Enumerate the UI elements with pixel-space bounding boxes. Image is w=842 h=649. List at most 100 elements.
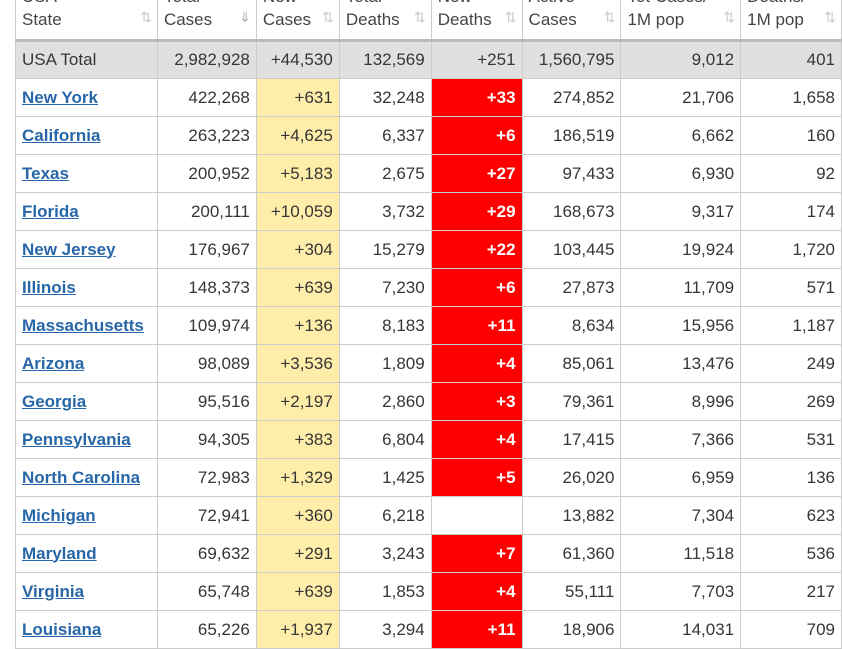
header-line-1: Deaths/: [747, 0, 835, 8]
column-header-1m-pop-6[interactable]: Tot Cases/1M pop ⇅: [620, 0, 742, 42]
new-deaths-cell: +6: [430, 116, 523, 155]
total-deaths-cell: 8,183: [338, 306, 432, 345]
state-cell: Illinois: [15, 268, 158, 307]
deaths-per-1m-cell: 249: [740, 344, 842, 383]
state-cell: USA Total: [15, 40, 158, 79]
total-cases-cell: 98,089: [156, 344, 257, 383]
new-deaths-cell: +5: [430, 458, 523, 497]
new-deaths-cell: +4: [430, 344, 523, 383]
active-cases-cell: 79,361: [521, 382, 622, 421]
new-cases-cell: +5,183: [255, 154, 340, 193]
total-deaths-cell: 3,294: [338, 610, 432, 649]
state-link[interactable]: Georgia: [22, 392, 86, 411]
state-link[interactable]: North Carolina: [22, 468, 140, 487]
cases-per-1m-cell: 8,996: [620, 382, 742, 421]
total-deaths-cell: 6,218: [338, 496, 432, 535]
active-cases-cell: 61,360: [521, 534, 622, 573]
new-cases-cell: +360: [255, 496, 340, 535]
total-deaths-cell: 6,337: [338, 116, 432, 155]
header-line-2: Cases: [528, 10, 577, 29]
new-cases-cell: +1,329: [255, 458, 340, 497]
deaths-per-1m-cell: 1,187: [740, 306, 842, 345]
total-deaths-cell: 1,853: [338, 572, 432, 611]
active-cases-cell: 18,906: [521, 610, 622, 649]
new-deaths-cell: +6: [430, 268, 523, 307]
deaths-per-1m-cell: 1,720: [740, 230, 842, 269]
state-link[interactable]: Louisiana: [22, 620, 101, 639]
total-cases-cell: 200,111: [156, 192, 257, 231]
state-link[interactable]: Massachusetts: [22, 316, 144, 335]
state-link[interactable]: Michigan: [22, 506, 96, 525]
sort-icon[interactable]: ⇅: [824, 6, 836, 29]
sort-icon[interactable]: ⇅: [723, 6, 735, 29]
column-header-cases-2[interactable]: NewCases⇅: [255, 0, 340, 42]
total-cases-cell: 69,632: [156, 534, 257, 573]
state-link[interactable]: Texas: [22, 164, 69, 183]
table-row: Massachusetts 109,974 +136 8,183 +11 8,634 15,…: [15, 306, 842, 345]
active-cases-cell: 13,882: [521, 496, 622, 535]
new-cases-cell: +304: [255, 230, 340, 269]
active-cases-cell: 17,415: [521, 420, 622, 459]
total-cases-cell: 422,268: [156, 78, 257, 117]
deaths-per-1m-cell: 92: [740, 154, 842, 193]
deaths-per-1m-cell: 571: [740, 268, 842, 307]
state-link[interactable]: California: [22, 126, 100, 145]
header-line-1: Total: [346, 0, 425, 8]
state-cell: New Jersey: [15, 230, 158, 269]
table-row: Georgia 95,516 +2,197 2,860 +3 79,361 8,996 269: [15, 382, 842, 421]
deaths-per-1m-cell: 136: [740, 458, 842, 497]
table-row: New York 422,268 +631 32,248 +33 274,852 21,70…: [15, 78, 842, 117]
column-header-cases-5[interactable]: Active Cases ⇅: [521, 0, 622, 42]
deaths-per-1m-cell: 174: [740, 192, 842, 231]
state-link[interactable]: Florida: [22, 202, 79, 221]
column-header-1m-pop-7[interactable]: Deaths/1M pop ⇅: [740, 0, 842, 42]
total-cases-cell: 200,952: [156, 154, 257, 193]
header-line-2: 1M pop: [627, 10, 685, 29]
new-cases-cell: +2,197: [255, 382, 340, 421]
cases-per-1m-cell: 13,476: [620, 344, 742, 383]
new-deaths-cell: +4: [430, 420, 523, 459]
table-row: Pennsylvania 94,305 +383 6,804 +4 17,415 7,366…: [15, 420, 842, 459]
state-cell: North Carolina: [15, 458, 158, 497]
header-line-2: State: [22, 10, 62, 29]
sort-icon[interactable]: ⇅: [604, 6, 616, 29]
column-header-state-0[interactable]: USA State ⇅: [15, 0, 158, 42]
table-row: Arizona 98,089 +3,536 1,809 +4 85,061 13,476 24…: [15, 344, 842, 383]
column-header-cases-1[interactable]: Total Cases ⇓: [156, 0, 257, 42]
deaths-per-1m-cell: 1,658: [740, 78, 842, 117]
cases-per-1m-cell: 15,956: [620, 306, 742, 345]
state-link[interactable]: Arizona: [22, 354, 84, 373]
sort-descending-icon[interactable]: ⇓: [239, 6, 251, 29]
new-deaths-cell: +27: [430, 154, 523, 193]
state-link[interactable]: Virginia: [22, 582, 84, 601]
total-cases-cell: 72,941: [156, 496, 257, 535]
state-link[interactable]: Illinois: [22, 278, 76, 297]
new-deaths-cell: +11: [430, 306, 523, 345]
cases-per-1m-cell: 7,304: [620, 496, 742, 535]
column-header-deaths-3[interactable]: Total Deaths ⇅: [338, 0, 432, 42]
total-cases-cell: 2,982,928: [156, 40, 257, 79]
new-deaths-cell: [430, 496, 523, 535]
new-deaths-cell: +33: [430, 78, 523, 117]
cases-per-1m-cell: 11,518: [620, 534, 742, 573]
column-header-deaths-4[interactable]: NewDeaths⇅: [430, 0, 523, 42]
sort-icon[interactable]: ⇅: [505, 6, 517, 29]
state-link[interactable]: New York: [22, 88, 98, 107]
new-cases-cell: +4,625: [255, 116, 340, 155]
table-row: Texas 200,952 +5,183 2,675 +27 97,433 6,930 92: [15, 154, 842, 193]
total-deaths-cell: 1,425: [338, 458, 432, 497]
deaths-per-1m-cell: 401: [740, 40, 842, 79]
state-link[interactable]: New Jersey: [22, 240, 116, 259]
sort-icon[interactable]: ⇅: [322, 6, 334, 29]
state-link[interactable]: Maryland: [22, 544, 97, 563]
new-cases-cell: +1,937: [255, 610, 340, 649]
header-line-1: USA: [22, 0, 151, 8]
cases-per-1m-cell: 7,366: [620, 420, 742, 459]
total-cases-cell: 176,967: [156, 230, 257, 269]
sort-icon[interactable]: ⇅: [140, 6, 152, 29]
usa-covid-table-container: USAState⇅TotalCases⇓NewCases⇅TotalDeaths…: [15, 0, 842, 649]
cases-per-1m-cell: 19,924: [620, 230, 742, 269]
sort-icon[interactable]: ⇅: [414, 6, 426, 29]
new-cases-cell: +631: [255, 78, 340, 117]
state-link[interactable]: Pennsylvania: [22, 430, 131, 449]
